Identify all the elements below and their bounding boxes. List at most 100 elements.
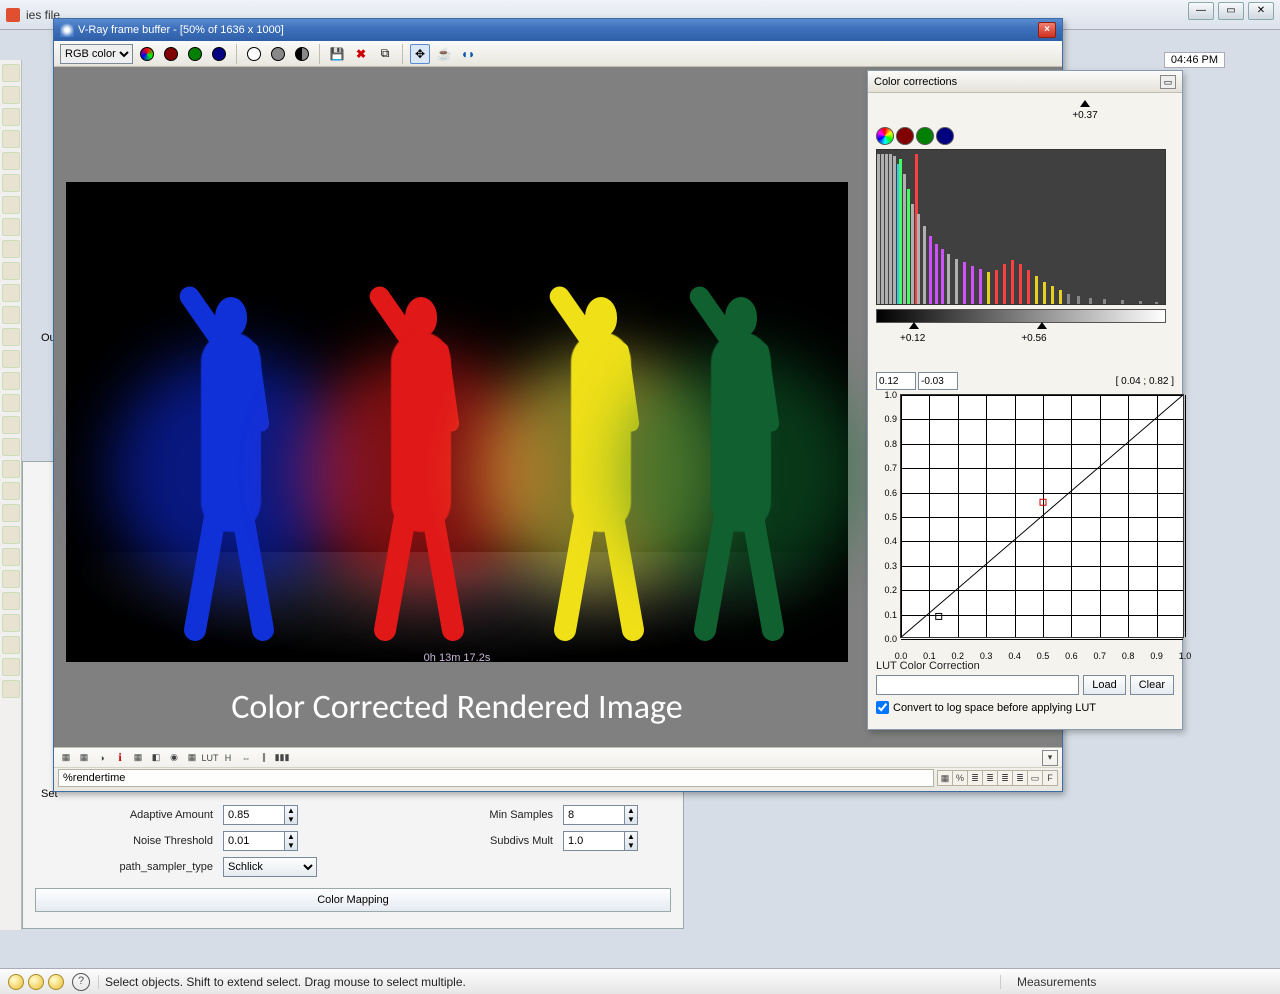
tool-icon[interactable] bbox=[2, 218, 20, 236]
levels-gradient[interactable] bbox=[876, 309, 1166, 323]
tool-icon[interactable] bbox=[2, 636, 20, 654]
tool-icon[interactable] bbox=[2, 658, 20, 676]
subdivs-mult-input[interactable] bbox=[563, 831, 625, 851]
noise-threshold-input[interactable] bbox=[223, 831, 285, 851]
channel-select[interactable]: RGB color bbox=[60, 44, 133, 64]
tool-icon[interactable] bbox=[2, 482, 20, 500]
lut-path-input[interactable] bbox=[876, 675, 1079, 695]
color-mapping-button[interactable]: Color Mapping bbox=[35, 888, 671, 912]
channel-swatch[interactable] bbox=[876, 127, 894, 145]
path-sampler-select[interactable]: Schlick bbox=[223, 857, 317, 877]
tool-icon[interactable] bbox=[2, 262, 20, 280]
spinner[interactable]: ▲▼ bbox=[284, 831, 298, 851]
tool-icon[interactable] bbox=[2, 526, 20, 544]
switch-icon[interactable] bbox=[292, 44, 312, 64]
tool-icon[interactable] bbox=[2, 570, 20, 588]
vfb-bot-icon[interactable]: ▦ bbox=[58, 750, 74, 766]
vfb-align-icon[interactable]: ≣ bbox=[1012, 770, 1028, 786]
vfb-command-input[interactable] bbox=[58, 769, 934, 787]
help-icon[interactable]: ? bbox=[72, 973, 90, 991]
vfb-bot-icon[interactable]: ▮▮▮ bbox=[274, 750, 290, 766]
tool-icon[interactable] bbox=[2, 394, 20, 412]
tool-icon[interactable] bbox=[2, 592, 20, 610]
vfb-align-icon[interactable]: ▭ bbox=[1027, 770, 1043, 786]
save-icon[interactable]: 💾 bbox=[327, 44, 347, 64]
tool-icon[interactable] bbox=[2, 680, 20, 698]
vfb-bot-icon[interactable]: i bbox=[112, 750, 128, 766]
tool-icon[interactable] bbox=[2, 108, 20, 126]
min-samples-input[interactable] bbox=[563, 805, 625, 825]
tool-icon[interactable] bbox=[2, 548, 20, 566]
tool-icon[interactable] bbox=[2, 196, 20, 214]
tool-icon[interactable] bbox=[2, 130, 20, 148]
tool-icon[interactable] bbox=[2, 240, 20, 258]
vfb-bot-icon[interactable]: LUT bbox=[202, 750, 218, 766]
vfb-align-icon[interactable]: ≣ bbox=[967, 770, 983, 786]
track-mouse-icon[interactable]: ✥ bbox=[410, 44, 430, 64]
blue-channel-icon[interactable] bbox=[209, 44, 229, 64]
tool-icon[interactable] bbox=[2, 416, 20, 434]
curve-y-input[interactable] bbox=[918, 372, 958, 390]
rgb-all-icon[interactable] bbox=[137, 44, 157, 64]
vfb-close-button[interactable]: × bbox=[1038, 22, 1056, 38]
alpha-icon[interactable] bbox=[268, 44, 288, 64]
vfb-align-icon[interactable]: ≣ bbox=[997, 770, 1013, 786]
tool-icon[interactable] bbox=[2, 504, 20, 522]
lut-logspace-checkbox[interactable]: Convert to log space before applying LUT bbox=[876, 701, 1174, 714]
vfb-bot-icon[interactable]: ◉ bbox=[166, 750, 182, 766]
tool-icon[interactable] bbox=[2, 174, 20, 192]
cc-titlebar[interactable]: Color corrections ▭ bbox=[868, 71, 1182, 93]
green-channel-icon[interactable] bbox=[185, 44, 205, 64]
vfb-bot-icon[interactable]: ▦ bbox=[130, 750, 146, 766]
spinner[interactable]: ▲▼ bbox=[624, 831, 638, 851]
vfb-bot-icon[interactable]: ▦ bbox=[76, 750, 92, 766]
lut-load-button[interactable]: Load bbox=[1083, 675, 1125, 695]
bulb-icon[interactable] bbox=[8, 974, 24, 990]
clear-icon[interactable]: ✖ bbox=[351, 44, 371, 64]
red-channel-icon[interactable] bbox=[161, 44, 181, 64]
tool-icon[interactable] bbox=[2, 284, 20, 302]
vfb-bot-icon[interactable]: ∥ bbox=[256, 750, 272, 766]
tool-icon[interactable] bbox=[2, 86, 20, 104]
channel-swatch[interactable] bbox=[936, 127, 954, 145]
spinner[interactable]: ▲▼ bbox=[624, 805, 638, 825]
cc-close-button[interactable]: ▭ bbox=[1160, 75, 1176, 89]
vfb-titlebar[interactable]: V-Ray frame buffer - [50% of 1636 x 1000… bbox=[54, 19, 1062, 41]
vfb-align-icon[interactable]: F bbox=[1042, 770, 1058, 786]
black-point-marker[interactable] bbox=[909, 322, 919, 329]
bulb-icon[interactable] bbox=[48, 974, 64, 990]
histogram[interactable] bbox=[876, 149, 1166, 305]
minimize-button[interactable]: — bbox=[1188, 2, 1214, 20]
mono-icon[interactable] bbox=[244, 44, 264, 64]
tool-icon[interactable] bbox=[2, 328, 20, 346]
vfb-bot-icon[interactable]: ⇔ bbox=[238, 750, 254, 766]
channel-swatch[interactable] bbox=[896, 127, 914, 145]
white-point-marker[interactable] bbox=[1037, 322, 1047, 329]
curve-x-input[interactable] bbox=[876, 372, 916, 390]
vfb-align-icon[interactable]: % bbox=[952, 770, 968, 786]
render-icon[interactable]: ☕ bbox=[434, 44, 454, 64]
exposure-marker[interactable]: +0.37 bbox=[876, 99, 1174, 121]
vfb-bot-icon[interactable]: ◑ bbox=[94, 750, 110, 766]
curve-canvas[interactable]: 1.00.90.80.70.60.50.40.30.20.10.0 0.00.1… bbox=[900, 394, 1184, 638]
tool-icon[interactable] bbox=[2, 438, 20, 456]
lut-clear-button[interactable]: Clear bbox=[1130, 675, 1174, 695]
tool-icon[interactable] bbox=[2, 64, 20, 82]
adaptive-amount-input[interactable] bbox=[223, 805, 285, 825]
channel-swatch[interactable] bbox=[916, 127, 934, 145]
tool-icon[interactable] bbox=[2, 152, 20, 170]
spinner[interactable]: ▲▼ bbox=[284, 805, 298, 825]
vfb-align-icon[interactable]: ≣ bbox=[982, 770, 998, 786]
tool-icon[interactable] bbox=[2, 372, 20, 390]
maximize-button[interactable]: ▭ bbox=[1218, 2, 1244, 20]
tool-icon[interactable] bbox=[2, 306, 20, 324]
tool-icon[interactable] bbox=[2, 350, 20, 368]
vfb-bot-icon[interactable]: H bbox=[220, 750, 236, 766]
copy-icon[interactable]: ⧉ bbox=[375, 44, 395, 64]
tool-icon[interactable] bbox=[2, 614, 20, 632]
bulb-icon[interactable] bbox=[28, 974, 44, 990]
vfb-align-icon[interactable]: ▦ bbox=[937, 770, 953, 786]
tool-icon[interactable] bbox=[2, 460, 20, 478]
vfb-bot-icon[interactable]: ◧ bbox=[148, 750, 164, 766]
region-icon[interactable]: ◖◗ bbox=[458, 44, 478, 64]
